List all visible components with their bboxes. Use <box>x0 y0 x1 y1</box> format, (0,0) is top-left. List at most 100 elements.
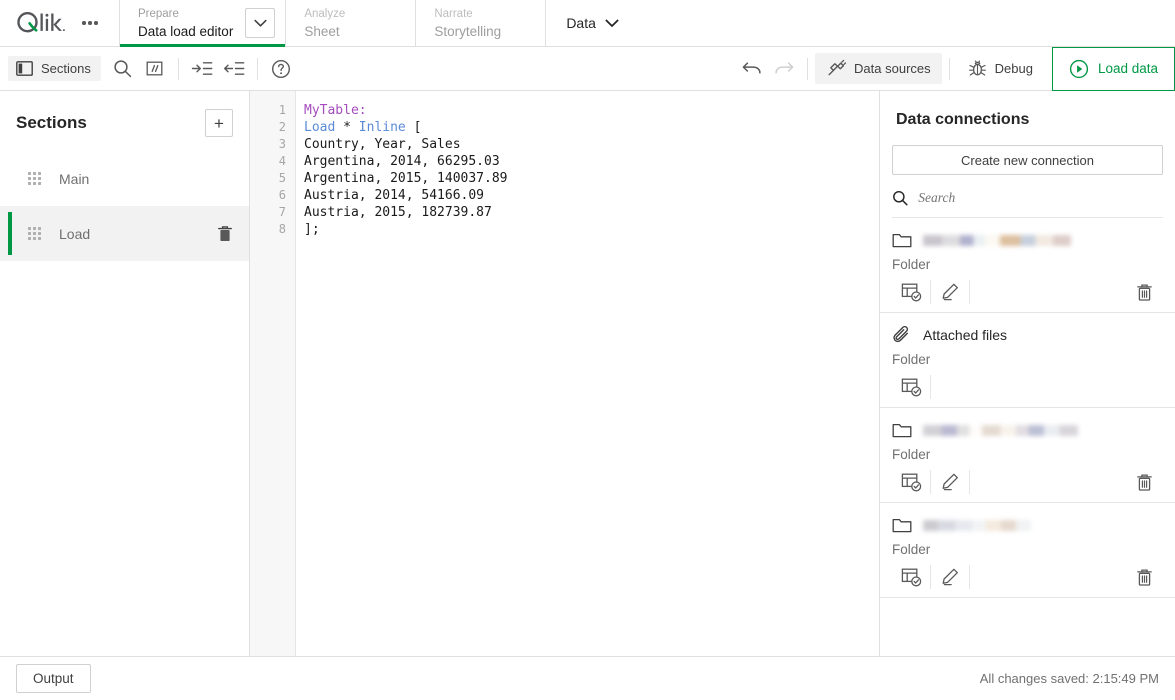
grip-dot <box>33 177 36 180</box>
outdent-button[interactable] <box>218 53 250 85</box>
toggle-sections-button[interactable]: Sections <box>8 56 101 81</box>
more-options-icon[interactable] <box>78 17 102 29</box>
undo-button[interactable] <box>736 53 768 85</box>
connections-search-row[interactable] <box>892 189 1163 218</box>
main-content-area: Sections + Main Load <box>0 91 1175 656</box>
data-connection-item[interactable]: Folder <box>880 503 1175 598</box>
create-new-connection-button[interactable]: Create new connection <box>892 145 1163 175</box>
drag-handle-icon[interactable] <box>28 227 41 240</box>
play-circle-icon <box>1069 59 1089 79</box>
grip-dot <box>38 237 41 240</box>
code-token: Argentina, 2015, 140037.89 <box>304 171 508 186</box>
select-data-button[interactable] <box>892 467 930 497</box>
toolbar-right-group: Data sources Debug Load data <box>736 47 1175 90</box>
load-data-button[interactable]: Load data <box>1052 47 1175 91</box>
data-sources-button[interactable]: Data sources <box>815 53 942 84</box>
edit-connection-button[interactable] <box>931 277 969 307</box>
edit-connection-button[interactable] <box>931 562 969 592</box>
logo-zone <box>0 0 120 46</box>
debug-button[interactable]: Debug <box>957 53 1044 84</box>
nav-tab-analyze[interactable]: Analyze Sheet <box>286 0 416 46</box>
data-connection-item[interactable]: Folder <box>880 218 1175 313</box>
nav-tab-dropdown-button[interactable] <box>245 8 275 38</box>
grip-dot <box>28 177 31 180</box>
delete-connection-button[interactable] <box>1125 277 1163 307</box>
select-data-icon <box>901 472 922 492</box>
code-editor[interactable]: 1 2 3 4 5 6 7 8 MyTable:Load * Inline [C… <box>250 91 880 656</box>
delete-connection-button[interactable] <box>1125 562 1163 592</box>
data-connection-header <box>892 228 1163 252</box>
grip-dot <box>28 182 31 185</box>
undo-arrow-icon <box>741 60 763 78</box>
edit-pencil-icon <box>940 472 961 492</box>
folder-icon <box>892 232 912 249</box>
line-number: 6 <box>250 187 295 204</box>
toolbar-left-group: Sections <box>0 53 297 85</box>
code-token: [ <box>406 120 422 135</box>
qlik-logo-icon[interactable] <box>16 11 68 35</box>
section-item-label: Main <box>59 171 233 187</box>
data-connections-list[interactable]: FolderAttached filesFolderFolderFolder <box>880 218 1175 656</box>
sidebar-item-load[interactable]: Load <box>0 206 249 261</box>
data-menu-button[interactable]: Data <box>546 0 639 46</box>
data-connection-item[interactable]: Attached filesFolder <box>880 313 1175 408</box>
data-sources-label: Data sources <box>854 61 931 76</box>
connections-search-input[interactable] <box>918 190 1163 206</box>
action-divider <box>969 280 970 304</box>
grip-dot <box>28 232 31 235</box>
section-item-label: Load <box>59 226 199 242</box>
delete-connection-button[interactable] <box>1125 467 1163 497</box>
grip-dot <box>28 227 31 230</box>
sections-header: Sections + <box>0 91 249 151</box>
dot <box>88 21 92 25</box>
action-divider <box>969 470 970 494</box>
drag-handle-icon[interactable] <box>28 172 41 185</box>
delete-section-button[interactable] <box>217 225 233 243</box>
output-button[interactable]: Output <box>16 664 91 693</box>
redo-button[interactable] <box>768 53 800 85</box>
debug-label: Debug <box>995 61 1033 76</box>
select-data-icon <box>901 282 922 302</box>
select-data-button[interactable] <box>892 562 930 592</box>
chevron-down-icon <box>254 19 267 28</box>
indent-icon <box>191 60 213 77</box>
nav-tab-prepare[interactable]: Prepare Data load editor <box>120 0 286 46</box>
edit-connection-button[interactable] <box>931 467 969 497</box>
data-connection-header <box>892 418 1163 442</box>
code-line: Country, Year, Sales <box>304 136 879 153</box>
toolbar-divider <box>949 58 950 80</box>
line-number: 1 <box>250 102 295 119</box>
panel-left-icon <box>16 61 33 76</box>
chevron-down-icon <box>605 19 619 28</box>
toolbar-divider <box>178 58 179 80</box>
comment-button[interactable] <box>139 53 171 85</box>
trash-icon <box>1136 568 1153 587</box>
select-data-button[interactable] <box>892 372 930 402</box>
data-connection-header: Attached files <box>892 323 1163 347</box>
code-line: Load * Inline [ <box>304 119 879 136</box>
data-connection-actions <box>892 466 1163 498</box>
search-button[interactable] <box>107 53 139 85</box>
code-token: Austria, 2014, 54166.09 <box>304 188 484 203</box>
data-connection-header <box>892 513 1163 537</box>
action-divider <box>969 565 970 589</box>
code-token: Inline <box>359 120 406 135</box>
help-button[interactable] <box>265 53 297 85</box>
nav-tab-narrate[interactable]: Narrate Storytelling <box>416 0 546 46</box>
sidebar-item-main[interactable]: Main <box>0 151 249 206</box>
data-connection-actions <box>892 561 1163 593</box>
toolbar-divider <box>807 58 808 80</box>
line-number: 8 <box>250 221 295 238</box>
data-connection-item[interactable]: Folder <box>880 408 1175 503</box>
paperclip-icon <box>892 326 912 345</box>
line-number: 4 <box>250 153 295 170</box>
select-data-button[interactable] <box>892 277 930 307</box>
editor-script-content[interactable]: MyTable:Load * Inline [Country, Year, Sa… <box>296 91 879 656</box>
data-connection-actions <box>892 371 1163 403</box>
editor-line-number-gutter: 1 2 3 4 5 6 7 8 <box>250 91 296 656</box>
code-token: Austria, 2015, 182739.87 <box>304 205 492 220</box>
add-section-button[interactable]: + <box>205 109 233 137</box>
data-connection-type: Folder <box>892 442 1163 466</box>
indent-button[interactable] <box>186 53 218 85</box>
saved-status-text: All changes saved: 2:15:49 PM <box>980 671 1159 686</box>
